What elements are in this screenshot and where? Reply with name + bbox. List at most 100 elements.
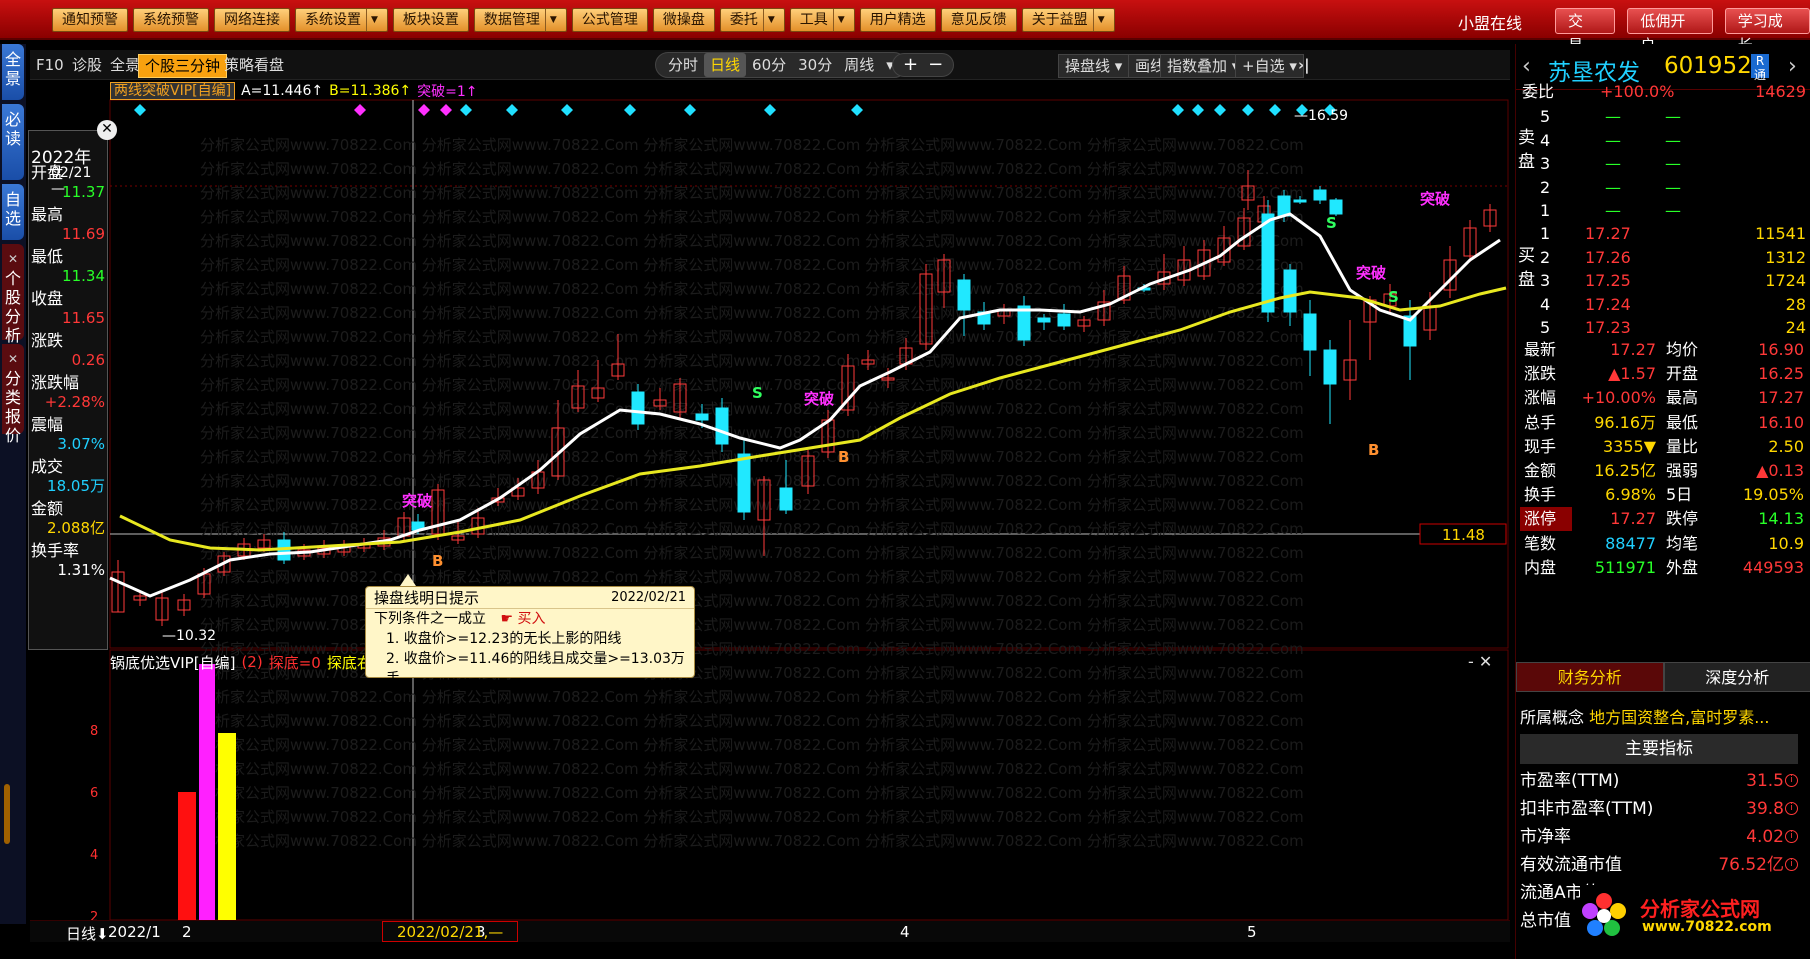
menu-button-12[interactable]: 关于益盟 ▼	[1021, 8, 1115, 32]
quote-value: 88477	[1605, 533, 1656, 553]
toolbar-right-2[interactable]: 指数叠加 ▾	[1160, 54, 1247, 78]
ask-row: 1 — —	[1520, 199, 1806, 223]
watermark-text: 分析家公式网www.70822.Com 分析家公式网www.70822.Com …	[200, 160, 1304, 178]
metric-value: 39.8	[1746, 799, 1784, 819]
collapse-icon[interactable]: ›|	[1292, 54, 1316, 78]
menu-button-label: 板块设置	[402, 12, 459, 28]
menu-button-4[interactable]: 板块设置	[392, 8, 469, 32]
period-4[interactable]: 周线	[838, 53, 880, 77]
chevron-down-icon[interactable]: ▼	[1092, 9, 1105, 31]
menu-button-2[interactable]: 网络连接	[214, 8, 290, 32]
signal-diamond	[506, 104, 518, 116]
period-1[interactable]: 日线	[704, 53, 747, 77]
zoom-out-button[interactable]: −	[928, 54, 943, 76]
toolbar-tab-4[interactable]: 策略看盘	[218, 54, 290, 78]
watermark-text: 分析家公式网www.70822.Com 分析家公式网www.70822.Com …	[200, 304, 1304, 322]
detail-row: 换手率 1.31%	[31, 541, 107, 579]
toolbar-tab-3[interactable]: 个股三分钟	[138, 54, 228, 78]
menu-button-3[interactable]: 系统设置 ▼	[295, 8, 388, 32]
chevron-down-icon[interactable]: ▼	[762, 9, 775, 31]
detail-value: 11.34	[62, 267, 105, 285]
period-0[interactable]: 分时	[662, 53, 704, 77]
toolbar-tab-0[interactable]: F10	[30, 54, 70, 78]
left-tab-3[interactable]: ✕ 个股分析	[2, 244, 24, 345]
top-right-button-0[interactable]: 交 易	[1555, 8, 1616, 54]
bid-row: 1 17.27 11541	[1520, 222, 1806, 246]
period-3[interactable]: 30分	[792, 53, 838, 77]
detail-value: 2.088亿	[47, 519, 105, 537]
signal-diamond	[1214, 104, 1226, 116]
metric-label: 市净率	[1520, 827, 1571, 847]
signal-diamond	[1296, 104, 1308, 116]
menu-button-10[interactable]: 用户精选	[859, 8, 936, 32]
chevron-down-icon[interactable]: ▼	[832, 9, 845, 31]
quote-row: 最新 17.27 均价 16.90	[1520, 338, 1806, 362]
concept-value[interactable]: 地方国资整合,富时罗素...	[1589, 708, 1769, 727]
menu-button-0[interactable]: 通知预警	[52, 8, 128, 32]
menu-button-5[interactable]: 数据管理 ▼	[473, 8, 567, 32]
sub-panel-controls[interactable]: - ✕	[1468, 652, 1492, 671]
period-2[interactable]: 60分	[746, 53, 792, 77]
quote-label: 均笔	[1666, 533, 1699, 553]
menu-button-6[interactable]: 公式管理	[571, 8, 648, 32]
bar-detail-panel: ✕ 2022年 02/21 — 开盘 11.37 最高 11.69 最低 11.34 收盘 1…	[28, 120, 117, 650]
toolbar-right-0[interactable]: 操盘线 ▾	[1058, 54, 1130, 78]
toolbar-tab-1[interactable]: 诊股	[66, 54, 108, 78]
info-icon[interactable]: i	[1785, 802, 1798, 815]
menu-button-8[interactable]: 委托 ▼	[719, 8, 785, 32]
candle-body	[511, 487, 525, 497]
period-label[interactable]: 日线⬇	[66, 923, 109, 944]
tab-deep-analysis[interactable]: 深度分析	[1663, 662, 1810, 692]
sub-indicator-label: 锅底优选VIP[自编] (2) 探底=0 探底右	[110, 652, 372, 672]
close-icon[interactable]: ✕	[97, 120, 117, 140]
quote-row: 涨停 17.27 跌停 14.13	[1520, 507, 1806, 532]
candle-body	[1329, 199, 1343, 215]
quote-value: 16.25	[1758, 364, 1804, 384]
quote-label: 开盘	[1666, 364, 1699, 384]
quote-panel: ‹ 苏垦农发 601952 R通 › 委比 +100.0% 14629 5— —4— —3…	[1515, 44, 1810, 959]
left-tab-1[interactable]: 必读	[2, 104, 24, 180]
watermark-text: 分析家公式网www.70822.Com 分析家公式网www.70822.Com …	[200, 784, 1304, 802]
candle-body	[1117, 275, 1131, 301]
left-tab-2[interactable]: 自选	[2, 184, 24, 240]
metric-label: 扣非市盈率(TTM)	[1520, 799, 1654, 819]
prev-stock-icon[interactable]: ‹	[1522, 54, 1531, 79]
buy-signal: B	[1368, 441, 1379, 459]
candle-body	[111, 571, 125, 613]
next-stock-icon[interactable]: ›	[1788, 54, 1797, 79]
quote-label: 均价	[1666, 340, 1699, 359]
sub-bar	[199, 664, 215, 920]
chevron-down-icon[interactable]: ▾	[1110, 57, 1123, 75]
top-right-button-1[interactable]: 低佣开户	[1627, 8, 1713, 54]
quote-value: 17.27	[1610, 509, 1656, 529]
signal-diamond	[624, 104, 636, 116]
menu-button-1[interactable]: 系统预警	[133, 8, 209, 32]
left-tab-4[interactable]: ✕ 分类报价	[2, 344, 24, 445]
detail-label: 最高	[31, 205, 64, 224]
tab-financial[interactable]: 财务分析	[1516, 662, 1664, 692]
candle-body	[1363, 299, 1377, 323]
main-indicator-name[interactable]: 两线突破VIP[自编]	[110, 82, 236, 100]
zoom-controls: + −	[892, 53, 955, 77]
candle-body	[977, 311, 991, 325]
chevron-down-icon[interactable]: ▼	[366, 9, 378, 31]
key-metrics-header[interactable]: 主要指标	[1520, 734, 1798, 764]
info-icon[interactable]: i	[1785, 774, 1798, 787]
signal-diamond	[851, 104, 863, 116]
zoom-in-button[interactable]: +	[903, 54, 918, 76]
close-icon[interactable]: ✕	[2, 250, 24, 269]
signal-diamond	[354, 104, 366, 116]
ask-row: 2 — —	[1520, 176, 1806, 200]
menu-button-11[interactable]: 意见反馈	[940, 8, 1017, 32]
top-right-button-2[interactable]: 学习成长	[1724, 8, 1810, 54]
close-icon[interactable]: ✕	[2, 350, 24, 369]
ask-side-label: 卖盘	[1518, 128, 1535, 172]
candle-body	[1017, 305, 1031, 341]
info-icon[interactable]: i	[1785, 858, 1798, 871]
info-icon[interactable]: i	[1785, 830, 1798, 843]
left-tab-0[interactable]: 全景	[2, 44, 24, 100]
sub-indicator-name[interactable]: 锅底优选VIP[自编]	[110, 652, 235, 673]
menu-button-7[interactable]: 微操盘	[652, 8, 715, 32]
chevron-down-icon[interactable]: ▼	[544, 9, 557, 31]
menu-button-9[interactable]: 工具 ▼	[789, 8, 855, 32]
